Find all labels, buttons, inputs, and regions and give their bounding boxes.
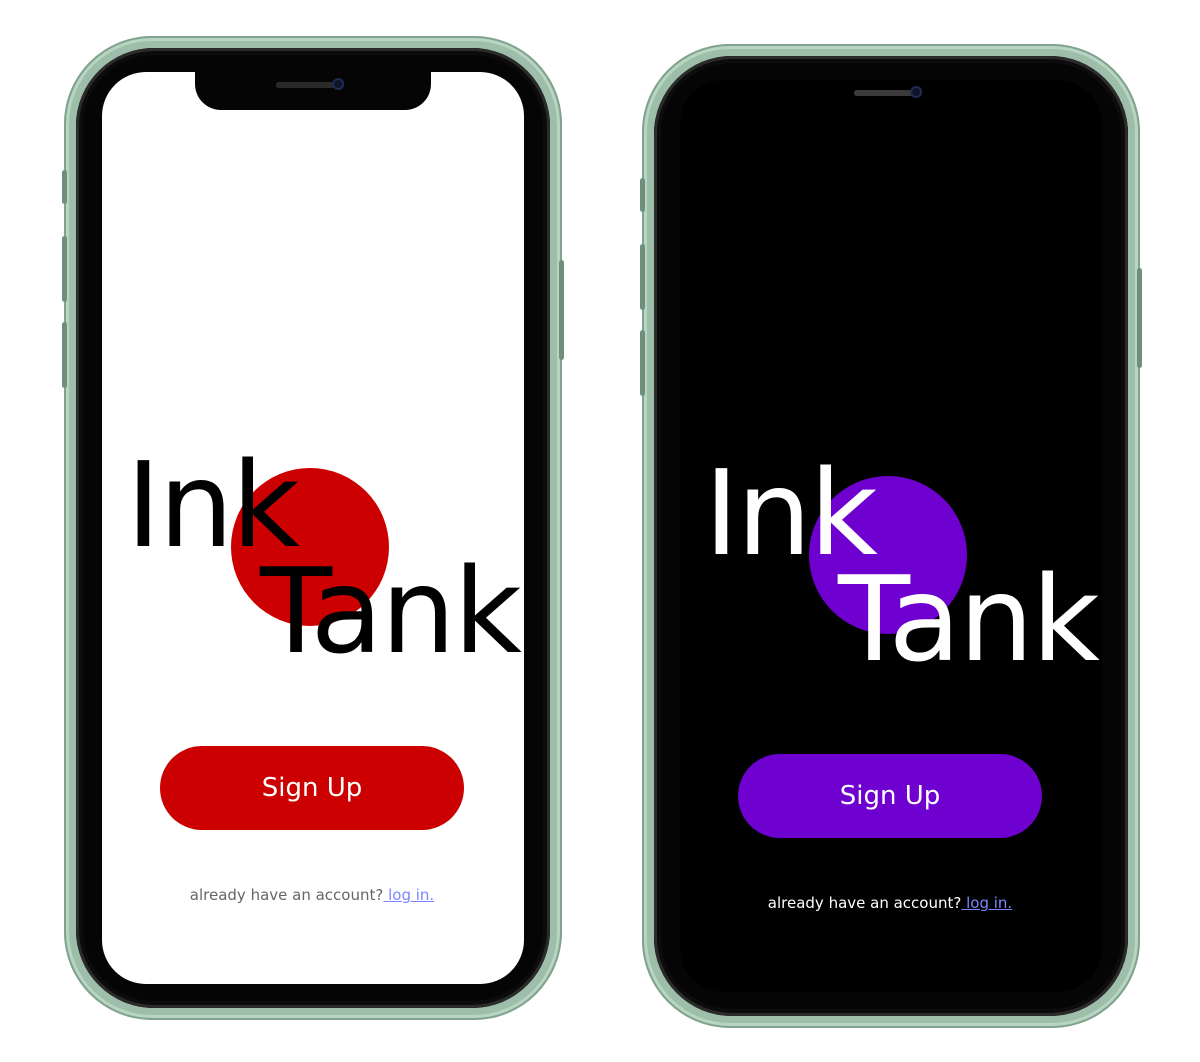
silent-switch <box>62 170 67 204</box>
login-prompt-text: already have an account? <box>189 886 384 904</box>
notch <box>773 80 1009 118</box>
phone-light: Ink Tank Sign Up already have an account… <box>62 36 564 1020</box>
login-prompt-row: already have an account? log in. <box>680 894 1100 912</box>
ink-tank-logo: Ink Tank <box>704 454 1100 684</box>
front-camera <box>910 86 923 98</box>
notch <box>195 72 431 110</box>
logo-word-tank: Tank <box>260 542 522 680</box>
login-prompt-text: already have an account? <box>767 894 962 912</box>
login-prompt-row: already have an account? log in. <box>102 886 522 904</box>
mockup-stage: Ink Tank Sign Up already have an account… <box>0 0 1200 1062</box>
volume-down-button <box>62 322 67 388</box>
silent-switch <box>640 178 645 212</box>
login-link[interactable]: log in. <box>383 886 434 904</box>
logo-word-tank: Tank <box>838 550 1100 688</box>
power-button <box>1137 268 1142 368</box>
login-link[interactable]: log in. <box>961 894 1012 912</box>
volume-down-button <box>640 330 645 396</box>
signup-button[interactable]: Sign Up <box>738 754 1042 838</box>
ink-tank-logo: Ink Tank <box>126 446 522 676</box>
volume-up-button <box>62 236 67 302</box>
phone-dark: Ink Tank Sign Up already have an account… <box>640 44 1142 1028</box>
screen-dark: Ink Tank Sign Up already have an account… <box>680 80 1102 992</box>
volume-up-button <box>640 244 645 310</box>
power-button <box>559 260 564 360</box>
front-camera <box>332 78 345 90</box>
screen-light: Ink Tank Sign Up already have an account… <box>102 72 524 984</box>
signup-button[interactable]: Sign Up <box>160 746 464 830</box>
speaker-grille <box>275 82 336 88</box>
speaker-grille <box>853 90 914 96</box>
